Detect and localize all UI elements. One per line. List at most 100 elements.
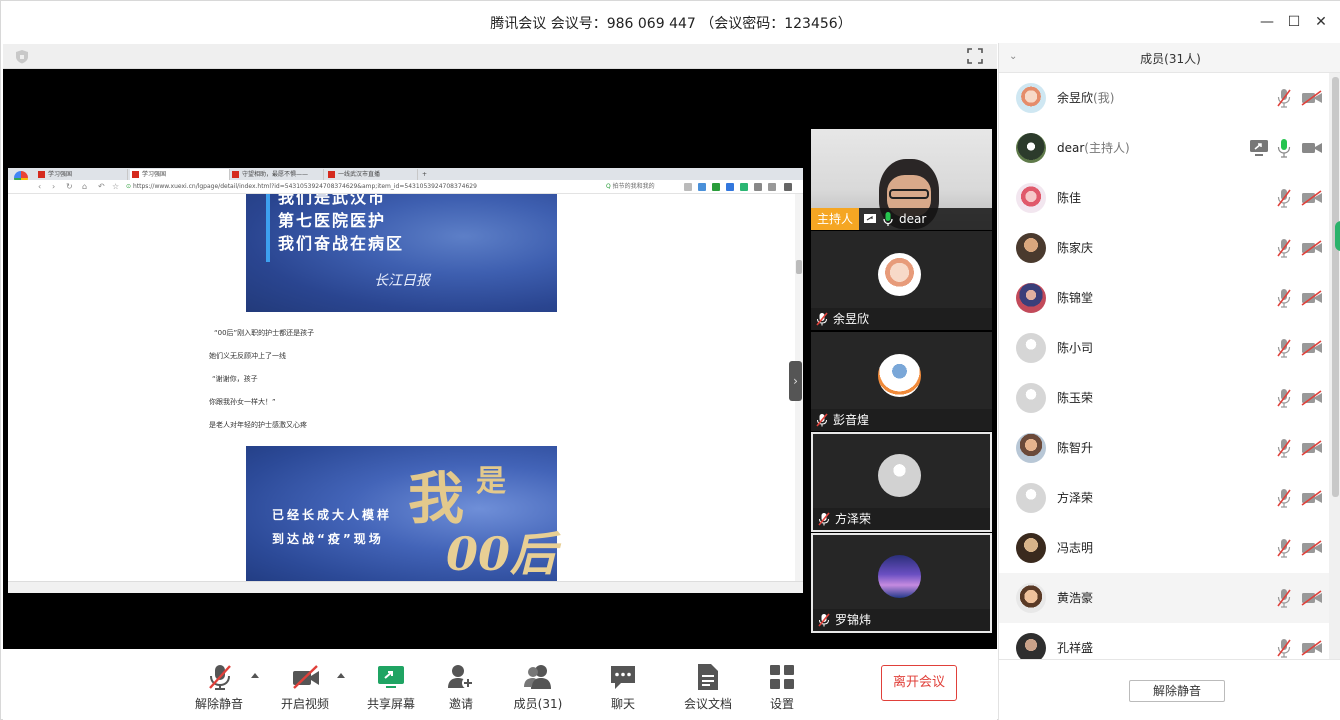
video-options-caret[interactable] [337, 673, 345, 678]
mic-muted-icon[interactable] [1277, 288, 1291, 308]
meeting-docs-button[interactable]: 会议文档 [673, 661, 743, 717]
member-row[interactable]: 余昱欣(我) [999, 73, 1329, 123]
mic-muted-icon[interactable] [1277, 588, 1291, 608]
camera-off-icon[interactable] [1301, 540, 1323, 556]
start-video-button[interactable]: 开启视频 [270, 661, 340, 717]
extension-icon [740, 183, 748, 191]
title-bar: 腾讯会议 会议号：986 069 447 （会议密码：123456） — ☐ ✕ [1, 1, 1340, 43]
settings-label: 设置 [769, 697, 794, 711]
avatar [1016, 483, 1046, 513]
avatar [1016, 83, 1046, 113]
member-row[interactable]: 黄浩豪 [999, 573, 1329, 623]
member-row[interactable]: 陈锦堂 [999, 273, 1329, 323]
mic-muted-icon[interactable] [1277, 638, 1291, 658]
unmute-button[interactable]: 解除静音 [184, 661, 254, 717]
mic-muted-icon[interactable] [1277, 88, 1291, 108]
floating-handle[interactable] [1335, 221, 1340, 251]
invite-button[interactable]: 邀请 [426, 661, 496, 717]
participant-video-tile[interactable]: 方泽荣 [811, 432, 992, 532]
fullscreen-icon[interactable] [967, 48, 983, 64]
invite-label: 邀请 [448, 697, 473, 711]
participant-video-tile[interactable]: 罗锦炜 [811, 533, 992, 633]
member-row[interactable]: 陈小司 [999, 323, 1329, 373]
mic-on-icon[interactable] [1277, 138, 1291, 158]
unmute-label: 解除静音 [194, 697, 243, 711]
shield-icon[interactable] [15, 49, 29, 64]
mic-muted-icon[interactable] [1277, 238, 1291, 258]
share-screen-icon [378, 666, 404, 688]
member-name: 陈玉荣 [1057, 389, 1093, 406]
browser-address-bar: ‹ › ↻ ⌂ ↶ ☆ ⊙ https://www.xuexi.cn/lgpag… [8, 180, 803, 194]
member-name-text: 陈锦堂 [1057, 291, 1094, 305]
camera-off-icon[interactable] [1301, 190, 1323, 206]
participant-video-tile[interactable]: 彭音煌 [811, 332, 992, 431]
member-row[interactable]: dear(主持人) [999, 123, 1329, 173]
participant-video-tile[interactable]: 余昱欣 [811, 231, 992, 330]
members-scrollbar[interactable] [1329, 73, 1340, 659]
camera-off-icon[interactable] [1301, 490, 1323, 506]
mic-muted-icon[interactable] [1277, 388, 1291, 408]
member-row[interactable]: 方泽荣 [999, 473, 1329, 523]
camera-off-icon[interactable] [1301, 290, 1323, 306]
participant-name: 方泽荣 [835, 512, 872, 526]
member-name-text: 陈家庆 [1057, 241, 1094, 255]
camera-off-icon[interactable] [1301, 240, 1323, 256]
mic-muted-icon [818, 613, 830, 627]
camera-off-icon[interactable] [1301, 390, 1323, 406]
article-paragraph: 她们义无反顾冲上了一线 [209, 352, 286, 360]
image-caption: 到达战“疫”现场 [272, 532, 384, 546]
member-name: 陈智升 [1057, 439, 1093, 456]
share-screen-button[interactable]: 共享屏幕 [356, 661, 426, 717]
camera-off-icon[interactable] [1301, 340, 1323, 356]
undo-icon: ↶ [98, 182, 105, 191]
camera-off-icon[interactable] [1301, 640, 1323, 656]
leave-meeting-button[interactable]: 离开会议 [881, 665, 957, 701]
mic-muted-icon[interactable] [1277, 338, 1291, 358]
mic-muted-icon[interactable] [1277, 538, 1291, 558]
camera-icon[interactable] [1301, 140, 1323, 156]
mic-muted-icon[interactable] [1277, 488, 1291, 508]
member-row[interactable]: 陈玉荣 [999, 373, 1329, 423]
image-headline: 00后 [446, 527, 557, 581]
audio-options-caret[interactable] [251, 673, 259, 678]
collapse-video-strip-button[interactable]: › [789, 361, 802, 401]
member-name: dear(主持人) [1057, 139, 1130, 156]
mic-muted-icon[interactable] [1277, 188, 1291, 208]
member-row[interactable]: 陈佳 [999, 173, 1329, 223]
share-screen-label: 共享屏幕 [366, 697, 415, 711]
avatar [1016, 583, 1046, 613]
members-list: 余昱欣(我) dear(主持人) 陈佳陈家庆陈锦堂陈小司陈玉荣陈智升方泽荣冯志明黄浩… [999, 73, 1340, 659]
chat-label: 聊天 [610, 697, 635, 711]
avatar [1016, 433, 1046, 463]
close-icon[interactable]: ✕ [1311, 13, 1331, 31]
avatar [1016, 283, 1046, 313]
participant-name: 余昱欣 [833, 312, 870, 326]
camera-off-icon[interactable] [1301, 90, 1323, 106]
member-name: 陈家庆 [1057, 239, 1093, 256]
unmute-all-button[interactable]: 解除静音 [1129, 680, 1225, 702]
settings-button[interactable]: 设置 [747, 661, 817, 717]
article-image-2: 已经长成大人模样 到达战“疫”现场 我 是 00后 [246, 446, 557, 581]
extension-icon [712, 183, 720, 191]
minimize-icon[interactable]: — [1257, 13, 1277, 31]
mic-muted-icon[interactable] [1277, 438, 1291, 458]
members-button[interactable]: 成员(31) [503, 661, 573, 717]
new-tab-button: + [422, 171, 428, 178]
camera-off-icon[interactable] [1301, 590, 1323, 606]
forward-icon: › [52, 182, 56, 191]
image-caption: 我们是武汉市 [278, 194, 387, 207]
maximize-icon[interactable]: ☐ [1284, 13, 1304, 31]
browser-tab-bar: 学习强国 学习强国 守望相助，最愿不惧—— 一线武汉市直播 + [8, 168, 803, 185]
extension-icon [754, 183, 762, 191]
member-row[interactable]: 冯志明 [999, 523, 1329, 573]
extension-icon [726, 183, 734, 191]
member-row[interactable]: 孔祥盛 [999, 623, 1329, 659]
browser-search: Q 拍节的我和我的 [606, 183, 655, 190]
host-video-tile[interactable]: 主持人 dear [811, 129, 992, 230]
member-row[interactable]: 陈智升 [999, 423, 1329, 473]
camera-off-icon[interactable] [1301, 440, 1323, 456]
member-row[interactable]: 陈家庆 [999, 223, 1329, 273]
chat-button[interactable]: 聊天 [588, 661, 658, 717]
avatar [1016, 383, 1046, 413]
member-name: 冯志明 [1057, 539, 1093, 556]
